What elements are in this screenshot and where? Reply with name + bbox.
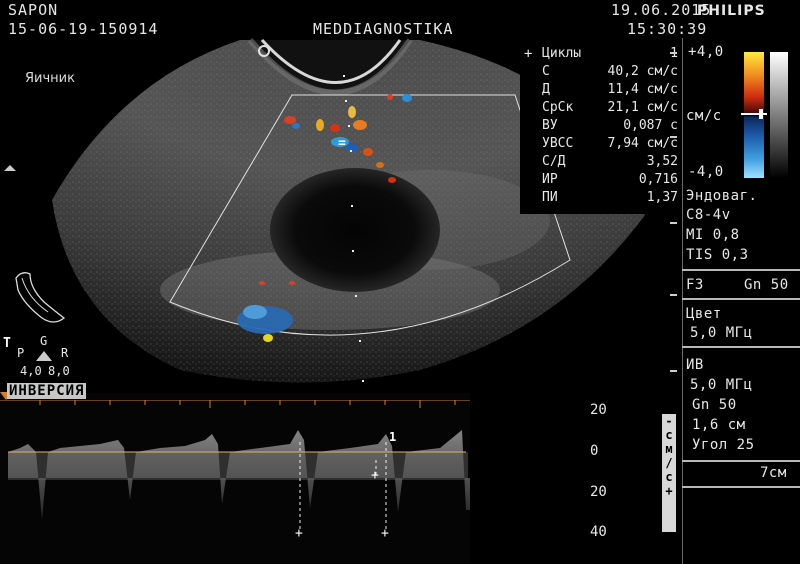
meas-row: УВСС 7,94 см/с <box>542 136 678 151</box>
sample-gate-marker: = <box>338 136 346 151</box>
depth-value: 7см <box>760 465 787 481</box>
orientation-triangle-icon <box>36 351 52 361</box>
patient-name: SAPON <box>8 1 59 19</box>
organ-label: Яичник <box>25 71 75 86</box>
freq-1: 4,0 <box>20 364 42 378</box>
meas-row: ВУ 0,087 с <box>542 118 678 133</box>
b-mode-gain: Gn 50 <box>744 277 789 293</box>
mechanical-index: MI 0,8 <box>686 227 740 243</box>
color-frequency: 5,0 МГц <box>690 325 753 341</box>
sample-volume-label: 1 <box>389 430 397 444</box>
axis-tick-label: 20 <box>590 402 607 418</box>
measurement-panel: + Циклы1 С40,2 см/с Д11,4 см/с СрСк21,1 … <box>520 44 682 214</box>
doppler-spectrum: + + + <box>8 430 470 541</box>
color-title: Цвет <box>686 306 722 322</box>
caliper-cross-icon: + <box>381 526 389 541</box>
caliper-cross-icon: + <box>295 526 303 541</box>
color-scale-unit: см/с <box>686 108 722 124</box>
pw-gain: Gn 50 <box>692 397 737 413</box>
orient-r: R <box>61 346 69 360</box>
axis-tick-label: 40 <box>590 524 607 540</box>
brand-logo: PHILIPS <box>697 3 766 19</box>
color-scale-min: -4,0 <box>688 164 724 180</box>
invert-label: ИНВЕРСИЯ <box>7 383 87 399</box>
meas-row: С/Д 3,52 <box>542 154 678 169</box>
pw-frequency: 5,0 МГц <box>690 377 753 393</box>
meas-row: ИР 0,716 <box>542 172 678 187</box>
pw-angle: Угол 25 <box>692 437 755 453</box>
probe-name: C8-4v <box>686 207 731 223</box>
bodymark-icon <box>15 272 66 323</box>
pw-title: ИВ <box>686 357 704 373</box>
probe-marker-icon: T <box>3 336 11 351</box>
caliper-cross-icon: + <box>371 468 379 483</box>
velocity-unit-label: - с м / с + <box>662 414 676 532</box>
meas-row: С 40,2 см/с <box>542 64 678 79</box>
meas-row: СрСк 21,1 см/с <box>542 100 678 115</box>
focus-marker-icon <box>4 165 16 171</box>
freq-2: 8,0 <box>48 364 70 378</box>
grayscale-bar <box>770 52 788 178</box>
axis-tick-label: 20 <box>590 484 607 500</box>
focus-value: F3 <box>686 277 704 293</box>
orient-g: G <box>40 334 48 348</box>
thermal-index: TIS 0,3 <box>686 247 749 263</box>
meas-row: Д 11,4 см/с <box>542 82 678 97</box>
baseline-marker <box>741 113 767 115</box>
probe-mode: Эндоваг. <box>686 188 758 204</box>
color-scale-max: +4,0 <box>688 44 724 60</box>
cyst-region <box>270 168 440 292</box>
axis-tick-label: 0 <box>590 443 599 459</box>
pw-gate-size: 1,6 см <box>692 417 746 433</box>
meas-row: ПИ 1,37 <box>542 190 678 205</box>
orient-p: P <box>17 346 25 360</box>
meas-row: Циклы1 <box>542 46 678 61</box>
